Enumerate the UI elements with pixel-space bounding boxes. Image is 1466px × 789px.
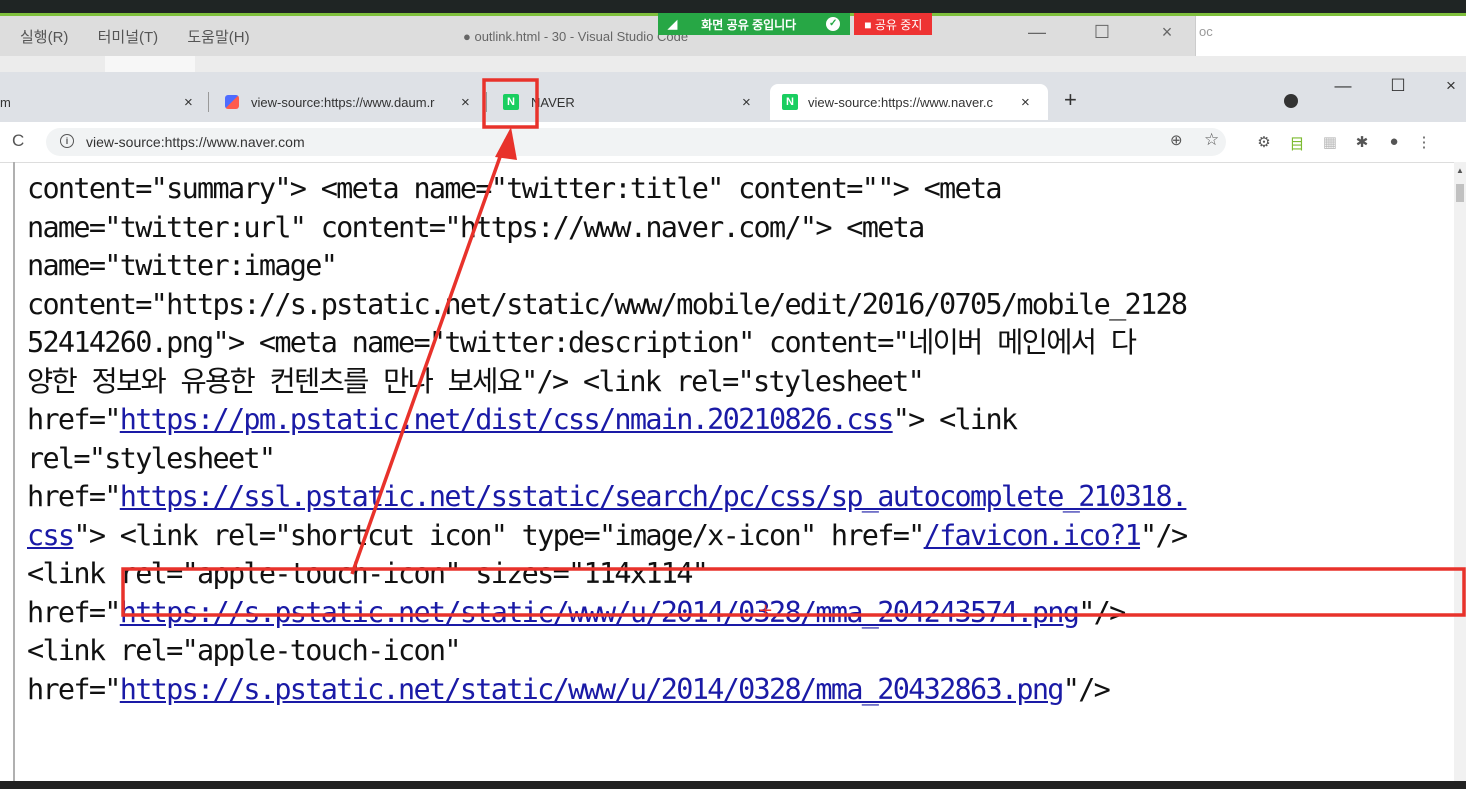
- source-link[interactable]: css: [27, 519, 75, 552]
- source-text: "/>: [1140, 518, 1188, 552]
- address-bar: C i view-source:https://www.naver.com ⊕ …: [0, 122, 1466, 163]
- stop-share-button[interactable]: ■ 공유 중지: [854, 13, 933, 35]
- window-strip: [0, 56, 1466, 72]
- tab-close-icon[interactable]: ×: [461, 94, 470, 111]
- source-line: 52414260.png"> <meta name="twitter:descr…: [27, 324, 1457, 363]
- source-link[interactable]: https://ssl.pstatic.net/sstatic/search/p…: [120, 480, 1188, 513]
- zoom-icon[interactable]: ⊕: [1170, 131, 1183, 149]
- vscode-minimize-icon[interactable]: —: [1022, 22, 1052, 43]
- profile-avatar-icon[interactable]: ●: [1384, 133, 1404, 150]
- tab-separator: [486, 92, 487, 112]
- vscode-menu: 실행(R) 터미널(T) 도움말(H): [20, 26, 275, 47]
- source-line: href="https://ssl.pstatic.net/sstatic/se…: [27, 478, 1457, 517]
- source-text: "> <link rel="shortcut icon" type="image…: [73, 518, 925, 552]
- extension-grid-icon[interactable]: ▦: [1320, 133, 1340, 151]
- url-text[interactable]: view-source:https://www.naver.com: [86, 134, 305, 150]
- bottom-band: [0, 781, 1466, 789]
- source-text: name="twitter:url" content="https://www.…: [27, 210, 925, 244]
- shield-check-icon: ✓: [826, 17, 841, 31]
- tab-naver[interactable]: N NAVER ×: [503, 84, 763, 120]
- page-source-view: content="summary"> <meta name="twitter:t…: [27, 170, 1457, 709]
- source-link[interactable]: https://s.pstatic.net/static/www/u/2014/…: [120, 596, 1080, 629]
- tab-title: NAVER: [531, 94, 575, 110]
- source-line: rel="stylesheet": [27, 440, 1457, 479]
- vscode-right-panel: oc: [1195, 16, 1466, 56]
- window-strip-tab: [105, 56, 195, 72]
- tab-title: view-source:https://www.daum.r: [251, 94, 435, 110]
- new-tab-button[interactable]: +: [1064, 87, 1077, 113]
- extensions-puzzle-icon[interactable]: ✱: [1352, 133, 1372, 151]
- naver-favicon-icon: N: [503, 94, 519, 110]
- source-line: <link rel="apple-touch-icon" sizes="114x…: [27, 555, 1457, 594]
- tab-title: m: [0, 94, 11, 110]
- vscode-window-title: ● outlink.html - 30 - Visual Studio Code: [463, 29, 689, 44]
- source-link[interactable]: /favicon.ico?1: [924, 519, 1142, 552]
- source-text: "/>: [1062, 672, 1111, 706]
- source-text: content="https://s.pstatic.net/static/ww…: [27, 287, 1188, 321]
- source-text: href=": [27, 480, 121, 513]
- screen-share-status-text: 화면 공유 중입니다: [701, 17, 797, 32]
- browser-maximize-icon[interactable]: ☐: [1386, 76, 1410, 96]
- source-left-edge: [13, 162, 15, 789]
- vscode-right-text: oc: [1199, 24, 1213, 39]
- tab-view-source-naver[interactable]: N view-source:https://www.naver.c ×: [770, 84, 1048, 120]
- source-line: href="https://pm.pstatic.net/dist/css/nm…: [27, 401, 1457, 440]
- browser-minimize-icon[interactable]: —: [1331, 76, 1355, 96]
- omnibox[interactable]: i view-source:https://www.naver.com ⊕ ☆: [46, 128, 1226, 156]
- tab-separator: [208, 92, 209, 112]
- tab-close-icon[interactable]: ×: [742, 94, 751, 111]
- source-line: href="https://s.pstatic.net/static/www/u…: [27, 594, 1457, 633]
- naver-favicon-icon: N: [782, 94, 798, 110]
- source-text: name="twitter:image": [27, 249, 338, 282]
- daum-favicon-icon: [225, 95, 239, 109]
- info-icon[interactable]: i: [60, 134, 74, 148]
- source-link[interactable]: https://s.pstatic.net/static/www/u/2014/…: [120, 673, 1065, 706]
- menu-terminal[interactable]: 터미널(T): [98, 29, 159, 46]
- source-text: content="summary"> <meta name="twitter:t…: [27, 172, 1003, 205]
- tab-daum[interactable]: m ×: [0, 84, 205, 120]
- tab-close-icon[interactable]: ×: [1021, 94, 1030, 111]
- source-text: "/>: [1078, 595, 1126, 629]
- extension-book-icon[interactable]: 目: [1287, 133, 1307, 154]
- reload-icon[interactable]: C: [12, 131, 24, 151]
- source-text: <link rel="apple-touch-icon" sizes="114x…: [27, 557, 709, 590]
- source-text: href=": [27, 595, 121, 629]
- browser-close-icon[interactable]: ×: [1439, 76, 1463, 96]
- source-line: content="https://s.pstatic.net/static/ww…: [27, 286, 1457, 325]
- tab-close-icon[interactable]: ×: [184, 94, 193, 111]
- source-text: 52414260.png"> <meta name="twitter:descr…: [27, 326, 1137, 359]
- source-line: css"> <link rel="shortcut icon" type="im…: [27, 517, 1457, 556]
- vertical-scrollbar[interactable]: ▲: [1454, 162, 1466, 789]
- vscode-close-icon[interactable]: ×: [1152, 22, 1182, 43]
- source-line: content="summary"> <meta name="twitter:t…: [27, 170, 1457, 209]
- more-menu-icon[interactable]: ⋮: [1414, 133, 1434, 151]
- scroll-up-arrow-icon[interactable]: ▲: [1456, 166, 1464, 175]
- screen-share-bar: ◢ 화면 공유 중입니다 ✓ ■ 공유 중지: [658, 13, 933, 35]
- source-text: 양한 정보와 유용한 컨텐츠를 만나 보세요"/> <link rel="sty…: [27, 364, 925, 398]
- source-line: href="https://s.pstatic.net/static/www/u…: [27, 671, 1457, 710]
- signal-icon: ◢: [668, 17, 678, 31]
- scroll-thumb[interactable]: [1456, 184, 1464, 202]
- tab-search-icon[interactable]: [1284, 94, 1298, 108]
- source-line: <link rel="apple-touch-icon": [27, 632, 1457, 671]
- screen-share-status: ◢ 화면 공유 중입니다 ✓: [658, 13, 851, 35]
- source-text: href=": [27, 672, 121, 706]
- source-text: rel="stylesheet": [27, 441, 276, 475]
- browser-tab-bar: m × view-source:https://www.daum.r × N N…: [0, 72, 1466, 122]
- tab-title: view-source:https://www.naver.c: [808, 94, 993, 110]
- source-text: href=": [27, 403, 121, 436]
- bookmark-star-icon[interactable]: ☆: [1204, 130, 1219, 150]
- extension-gear-icon[interactable]: ⚙: [1254, 133, 1274, 151]
- source-line: 양한 정보와 유용한 컨텐츠를 만나 보세요"/> <link rel="sty…: [27, 363, 1457, 402]
- source-line: name="twitter:url" content="https://www.…: [27, 209, 1457, 248]
- menu-run[interactable]: 실행(R): [20, 29, 68, 46]
- source-text: "> <link: [892, 403, 1018, 436]
- source-link[interactable]: https://pm.pstatic.net/dist/css/nmain.20…: [120, 403, 895, 436]
- menu-help[interactable]: 도움말(H): [187, 29, 249, 46]
- tab-view-source-daum[interactable]: view-source:https://www.daum.r ×: [225, 84, 485, 120]
- vscode-maximize-icon[interactable]: ☐: [1087, 22, 1117, 43]
- source-text: <link rel="apple-touch-icon": [27, 634, 462, 667]
- source-line: name="twitter:image": [27, 247, 1457, 286]
